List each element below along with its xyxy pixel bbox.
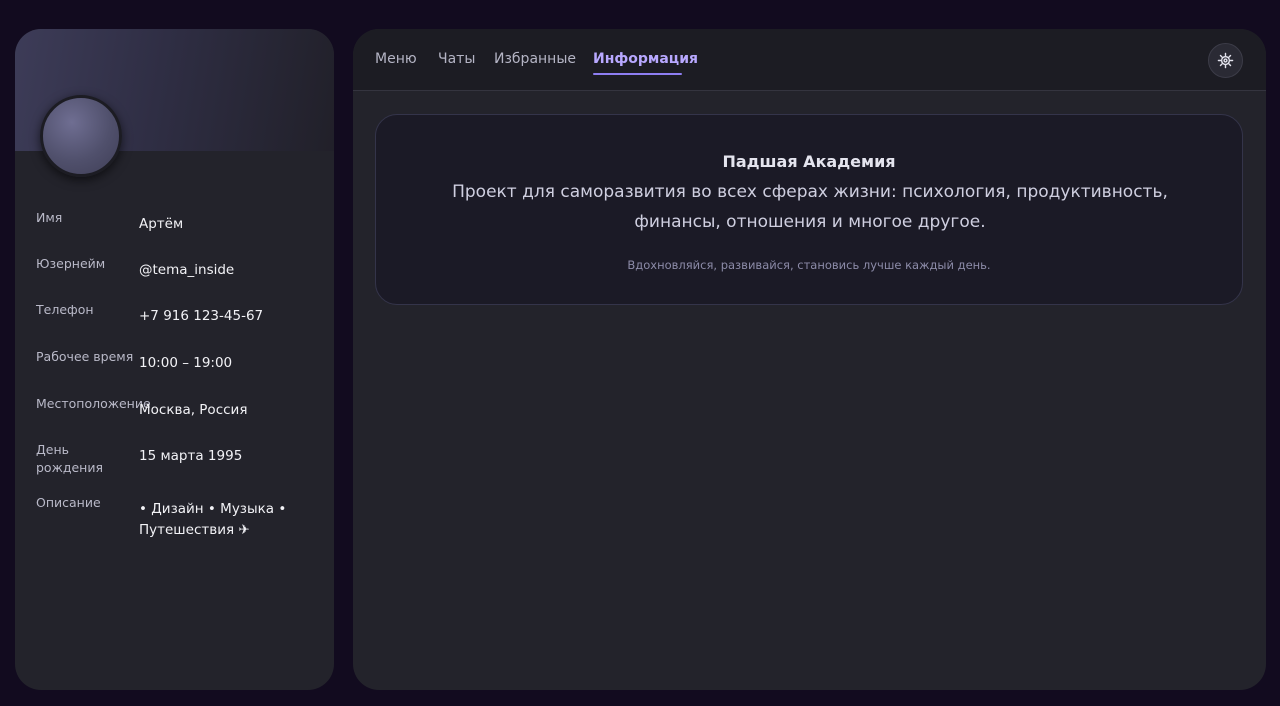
info-value-description: • Дизайн • Музыка • Путешествия ✈ xyxy=(139,501,287,538)
tab-menu[interactable]: Меню xyxy=(375,50,417,68)
card-tagline: Вдохновляйся, развивайся, становись лучш… xyxy=(627,258,991,272)
card-title: Падшая Академия xyxy=(722,152,896,171)
info-value-phone[interactable]: +7 916 123-45-67 xyxy=(139,306,319,327)
gear-icon xyxy=(1217,52,1234,69)
info-label-phone: Телефон xyxy=(36,302,94,317)
main-panel: Меню Чаты Избранные Информация Падшая Ак… xyxy=(353,29,1266,690)
info-value-name: Артём xyxy=(139,216,184,232)
settings-button[interactable] xyxy=(1208,43,1243,78)
tab-chats[interactable]: Чаты xyxy=(438,50,475,68)
info-label-name: Имя xyxy=(36,210,63,225)
card-description: Проект для саморазвития во всех сферах ж… xyxy=(452,182,1168,232)
active-tab-indicator xyxy=(593,73,682,75)
info-card: Падшая Академия Проект для саморазвития … xyxy=(375,114,1243,305)
info-value-location: Москва, Россия xyxy=(139,402,248,418)
info-label-work-hours: Рабочее время xyxy=(36,349,134,364)
profile-panel: Имя Артём Юзернейм @tema_inside Телефон … xyxy=(15,29,334,690)
info-label-birthday: День рождения xyxy=(36,442,103,475)
info-label-location: Местоположение xyxy=(36,396,151,411)
tab-bar: Меню Чаты Избранные Информация xyxy=(353,29,1266,91)
info-label-username: Юзернейм xyxy=(36,256,106,271)
tab-information[interactable]: Информация xyxy=(593,50,698,68)
avatar[interactable] xyxy=(40,95,122,177)
info-value-username[interactable]: @tema_inside xyxy=(139,260,319,281)
info-label-description: Описание xyxy=(36,495,101,510)
info-value-birthday: 15 марта 1995 xyxy=(139,448,243,464)
tab-favorites[interactable]: Избранные xyxy=(494,50,576,68)
info-value-work-hours: 10:00 – 19:00 xyxy=(139,355,233,371)
